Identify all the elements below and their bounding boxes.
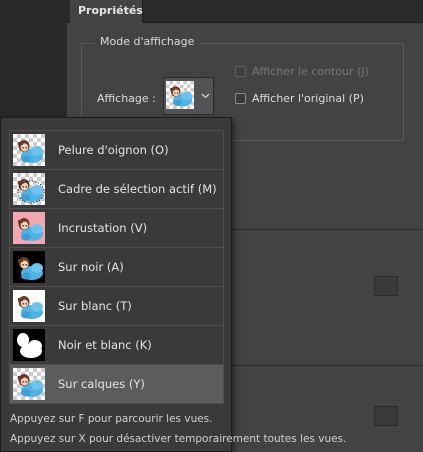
view-mode-picker-button[interactable] — [163, 77, 199, 115]
menu-item-label: Cadre de sélection actif (M) — [58, 182, 217, 196]
menu-item-label: Pelure d'oignon (O) — [58, 143, 169, 157]
overlay-thumb-icon — [13, 212, 45, 244]
menu-item-overlay[interactable]: Incrustation (V) — [10, 209, 223, 248]
view-mode-dropdown-menu: Pelure d'oignon (O) Cadre de sélection a… — [0, 117, 346, 452]
black-white-thumb-icon — [13, 329, 45, 361]
view-mode-list: Pelure d'oignon (O) Cadre de sélection a… — [9, 130, 224, 404]
show-original-option[interactable]: Afficher l'original (P) — [235, 92, 364, 105]
show-original-checkbox[interactable] — [235, 93, 246, 104]
hidden-value-field[interactable] — [374, 406, 398, 426]
tab-properties-label: Propriétés — [78, 4, 143, 17]
menu-item-on-black[interactable]: Sur noir (A) — [10, 248, 223, 287]
menu-item-label: Sur noir (A) — [58, 260, 124, 274]
view-mode-title: Mode d'affichage — [95, 35, 200, 48]
display-label: Affichage : — [97, 92, 156, 105]
menu-item-label: Noir et blanc (K) — [58, 338, 152, 352]
show-edge-option: Afficher le contour (J) — [235, 65, 369, 78]
on-layers-thumb-icon — [166, 81, 194, 109]
marching-ants-thumb-icon — [13, 173, 45, 205]
tab-properties[interactable]: Propriétés — [70, 0, 143, 23]
on-layers-thumb-icon — [13, 368, 45, 400]
menu-item-black-white[interactable]: Noir et blanc (K) — [10, 326, 223, 365]
hint-cycle-views: Appuyez sur F pour parcourir les vues. — [10, 413, 213, 425]
menu-item-label: Sur calques (Y) — [58, 377, 145, 391]
hidden-value-field[interactable] — [374, 276, 398, 296]
show-original-label: Afficher l'original (P) — [252, 92, 364, 105]
menu-item-marching-ants[interactable]: Cadre de sélection actif (M) — [10, 170, 223, 209]
menu-item-on-layers[interactable]: Sur calques (Y) — [10, 365, 223, 403]
menu-item-onion-skin[interactable]: Pelure d'oignon (O) — [10, 131, 223, 170]
menu-item-label: Sur blanc (T) — [58, 299, 132, 313]
menu-item-label: Incrustation (V) — [58, 221, 148, 235]
menu-item-on-white[interactable]: Sur blanc (T) — [10, 287, 223, 326]
onion-skin-thumb-icon — [13, 134, 45, 166]
hint-disable-views: Appuyez sur X pour désactiver temporaire… — [10, 433, 347, 445]
on-white-thumb-icon — [13, 290, 45, 322]
on-black-thumb-icon — [13, 251, 45, 283]
show-edge-label: Afficher le contour (J) — [252, 65, 369, 78]
chevron-down-icon[interactable] — [198, 77, 214, 115]
show-edge-checkbox — [235, 66, 246, 77]
